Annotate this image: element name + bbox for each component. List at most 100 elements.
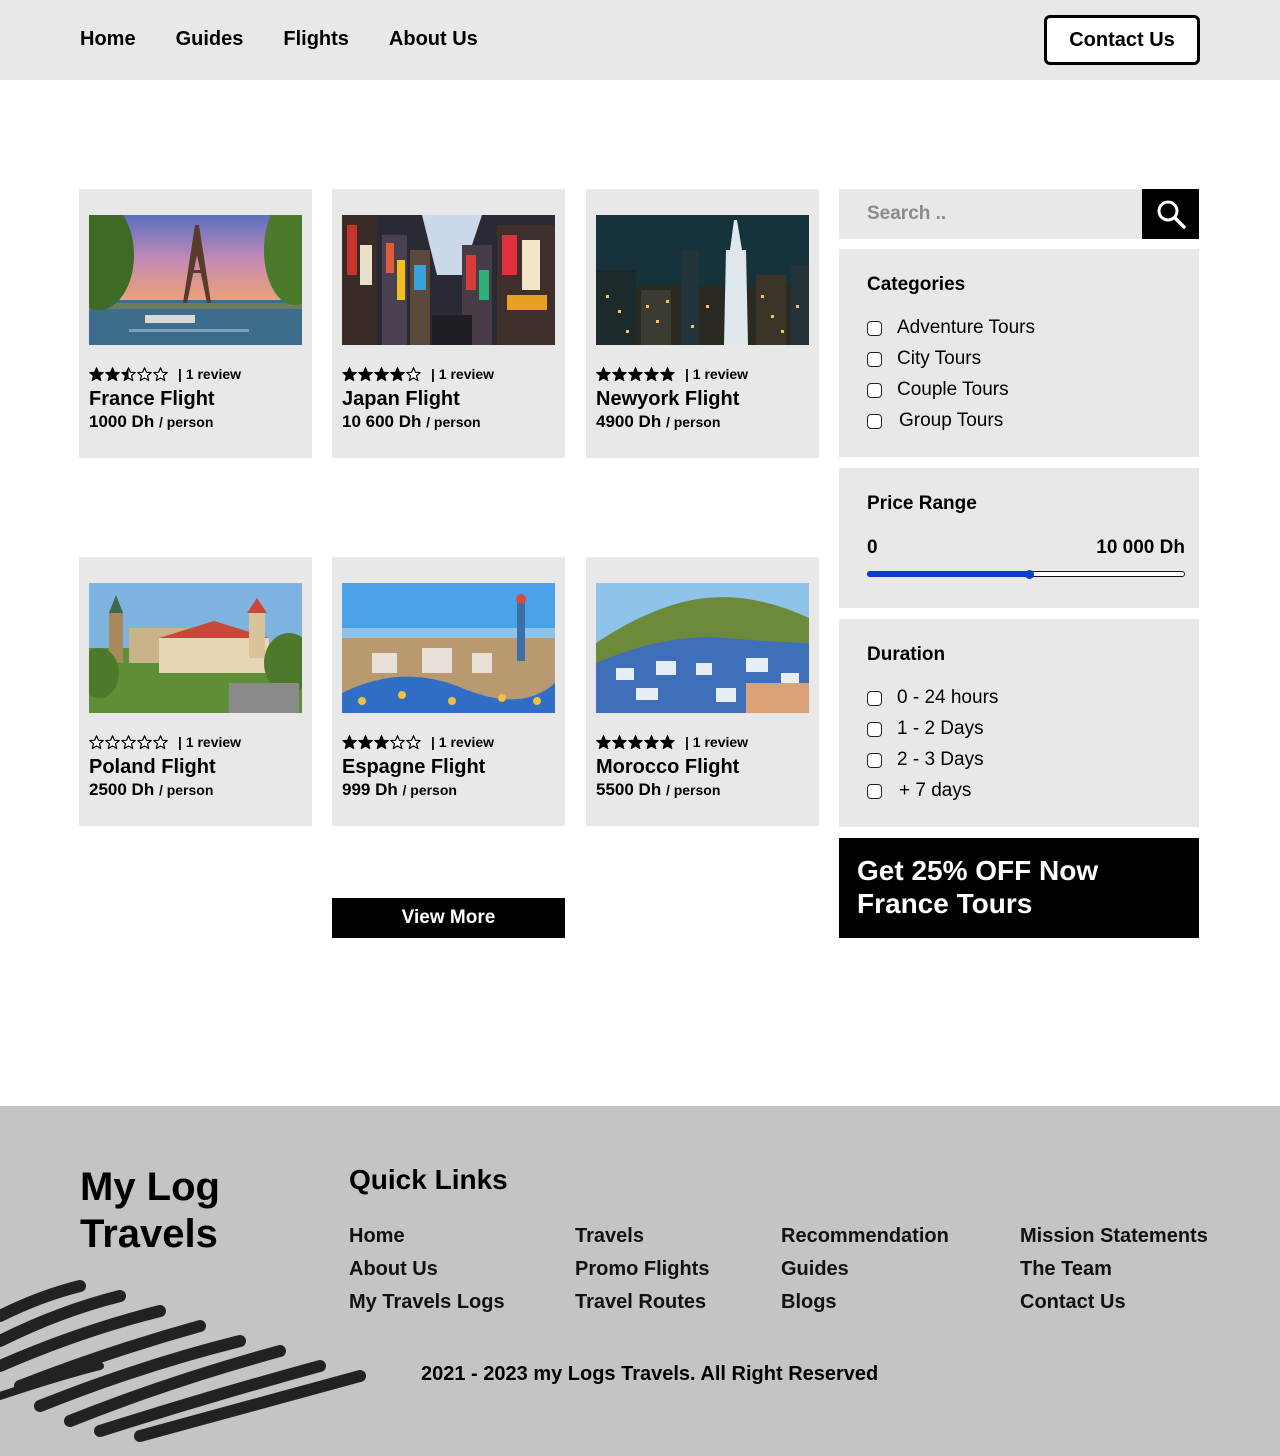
footer-link-travels[interactable]: Travels xyxy=(575,1225,709,1248)
search-bar xyxy=(839,189,1199,239)
search-button[interactable] xyxy=(1142,189,1199,239)
price-unit: / person xyxy=(426,414,481,430)
rating: | 1 review xyxy=(89,734,241,750)
checkbox[interactable] xyxy=(867,721,882,737)
footer-link-travel-routes[interactable]: Travel Routes xyxy=(575,1291,709,1314)
price-max: 10 000 Dh xyxy=(1096,537,1185,558)
search-input[interactable] xyxy=(839,189,1142,239)
quick-links-column-4: Mission Statements The Team Contact Us xyxy=(1020,1225,1208,1314)
category-label: Group Tours xyxy=(899,410,1004,431)
star-filled-icon xyxy=(660,734,675,749)
rating: | 1 review xyxy=(342,366,494,382)
price-amount: 2500 Dh xyxy=(89,780,155,799)
price-slider[interactable] xyxy=(867,570,1185,579)
flight-card-morocco[interactable]: | 1 review Morocco Flight 5500 Dh / pers… xyxy=(586,557,819,826)
star-empty-icon xyxy=(137,734,152,749)
star-empty-icon xyxy=(89,734,104,749)
star-filled-icon xyxy=(89,366,104,381)
categories-panel: Categories Adventure Tours City Tours Co… xyxy=(839,249,1199,457)
category-adventure[interactable]: Adventure Tours xyxy=(867,317,1035,339)
card-price: 1000 Dh / person xyxy=(89,412,213,432)
star-filled-icon xyxy=(628,734,643,749)
review-count: | 1 review xyxy=(431,734,495,750)
footer-link-promo-flights[interactable]: Promo Flights xyxy=(575,1258,709,1281)
star-rating xyxy=(342,366,421,382)
new-york-night-photo xyxy=(596,215,809,345)
footer-link-contact-us[interactable]: Contact Us xyxy=(1020,1291,1208,1314)
star-filled-icon xyxy=(358,734,373,749)
star-empty-icon xyxy=(105,734,120,749)
duration-panel: Duration 0 - 24 hours 1 - 2 Days 2 - 3 D… xyxy=(839,619,1199,827)
category-group[interactable]: Group Tours xyxy=(867,410,1003,432)
tokyo-street-photo xyxy=(342,215,555,345)
duration-1-2[interactable]: 1 - 2 Days xyxy=(867,718,984,740)
nav-guides[interactable]: Guides xyxy=(176,28,244,51)
duration-0-24[interactable]: 0 - 24 hours xyxy=(867,687,998,709)
view-more-button[interactable]: View More xyxy=(332,898,565,938)
footer-link-the-team[interactable]: The Team xyxy=(1020,1258,1208,1281)
card-price: 999 Dh / person xyxy=(342,780,457,800)
eiffel-tower-photo xyxy=(89,215,302,345)
footer-link-my-travels-logs[interactable]: My Travels Logs xyxy=(349,1291,505,1314)
star-empty-icon xyxy=(137,366,152,381)
price-range-title: Price Range xyxy=(867,493,977,514)
flight-card-japan[interactable]: | 1 review Japan Flight 10 600 Dh / pers… xyxy=(332,189,565,458)
contact-us-button[interactable]: Contact Us xyxy=(1044,15,1200,65)
checkbox[interactable] xyxy=(867,351,882,367)
star-empty-icon xyxy=(153,366,168,381)
copyright-text: 2021 - 2023 my Logs Travels. All Right R… xyxy=(421,1363,879,1385)
star-empty-icon xyxy=(390,734,405,749)
flight-card-newyork[interactable]: | 1 review Newyork Flight 4900 Dh / pers… xyxy=(586,189,819,458)
category-couple[interactable]: Couple Tours xyxy=(867,379,1009,401)
checkbox[interactable] xyxy=(867,382,882,398)
star-filled-icon xyxy=(374,366,389,381)
nav-flights[interactable]: Flights xyxy=(283,28,349,51)
price-range-labels: 0 10 000 Dh xyxy=(867,537,1185,559)
checkbox[interactable] xyxy=(867,320,882,336)
review-count: | 1 review xyxy=(431,366,495,382)
price-amount: 1000 Dh xyxy=(89,412,155,431)
star-filled-icon xyxy=(342,734,357,749)
footer-link-recommendation[interactable]: Recommendation xyxy=(781,1225,949,1248)
rating: | 1 review xyxy=(596,366,748,382)
quick-links-column-1: Home About Us My Travels Logs xyxy=(349,1225,505,1314)
flight-card-france[interactable]: | 1 review France Flight 1000 Dh / perso… xyxy=(79,189,312,458)
star-filled-icon xyxy=(105,366,120,381)
footer-link-mission-statements[interactable]: Mission Statements xyxy=(1020,1225,1208,1248)
footer-link-guides[interactable]: Guides xyxy=(781,1258,949,1281)
category-city[interactable]: City Tours xyxy=(867,348,981,370)
duration-label: 0 - 24 hours xyxy=(897,687,999,708)
duration-label: 1 - 2 Days xyxy=(897,718,984,739)
duration-2-3[interactable]: 2 - 3 Days xyxy=(867,749,984,771)
footer-link-blogs[interactable]: Blogs xyxy=(781,1291,949,1314)
slider-thumb[interactable] xyxy=(1025,570,1035,579)
review-count: | 1 review xyxy=(178,366,242,382)
card-title: Newyork Flight xyxy=(596,388,740,410)
nav-home[interactable]: Home xyxy=(80,28,136,51)
star-filled-icon xyxy=(644,734,659,749)
price-unit: / person xyxy=(665,782,721,798)
duration-7-plus[interactable]: + 7 days xyxy=(867,780,971,802)
quick-links-column-3: Recommendation Guides Blogs xyxy=(781,1225,949,1314)
price-unit: / person xyxy=(158,782,214,798)
slider-fill xyxy=(867,571,1030,577)
footer-link-about-us[interactable]: About Us xyxy=(349,1258,505,1281)
star-rating xyxy=(342,734,421,750)
checkbox[interactable] xyxy=(867,783,882,799)
star-filled-icon xyxy=(596,734,611,749)
main-nav: Home Guides Flights About Us xyxy=(80,28,478,51)
review-count: | 1 review xyxy=(685,366,749,382)
checkbox[interactable] xyxy=(867,690,882,706)
price-min: 0 xyxy=(867,537,878,558)
promo-banner[interactable]: Get 25% OFF Now France Tours xyxy=(839,838,1199,938)
footer-link-home[interactable]: Home xyxy=(349,1225,505,1248)
quick-links-column-2: Travels Promo Flights Travel Routes xyxy=(575,1225,709,1314)
card-title: France Flight xyxy=(89,388,215,410)
checkbox[interactable] xyxy=(867,752,882,768)
checkbox[interactable] xyxy=(867,413,882,429)
flight-card-poland[interactable]: | 1 review Poland Flight 2500 Dh / perso… xyxy=(79,557,312,826)
star-rating xyxy=(89,366,168,382)
rating: | 1 review xyxy=(596,734,748,750)
flight-card-espagne[interactable]: | 1 review Espagne Flight 999 Dh / perso… xyxy=(332,557,565,826)
nav-about-us[interactable]: About Us xyxy=(389,28,478,51)
